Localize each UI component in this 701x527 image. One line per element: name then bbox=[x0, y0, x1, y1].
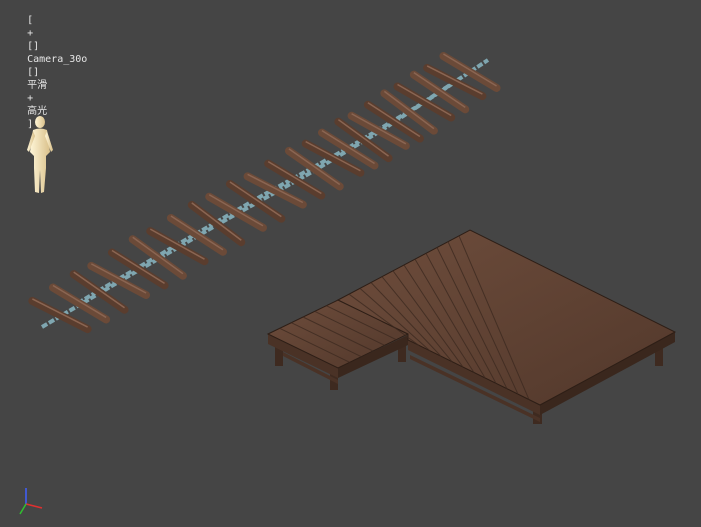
reference-human-figure[interactable] bbox=[27, 116, 53, 193]
wooden-deck-platform[interactable] bbox=[266, 229, 677, 424]
scene-canvas[interactable] bbox=[0, 0, 701, 527]
axis-gizmo bbox=[19, 488, 43, 515]
bridge-plank bbox=[334, 117, 393, 163]
camera-viewport[interactable]: [ + [] Camera_30o [] 平滑 + 高光 ] bbox=[0, 0, 701, 527]
